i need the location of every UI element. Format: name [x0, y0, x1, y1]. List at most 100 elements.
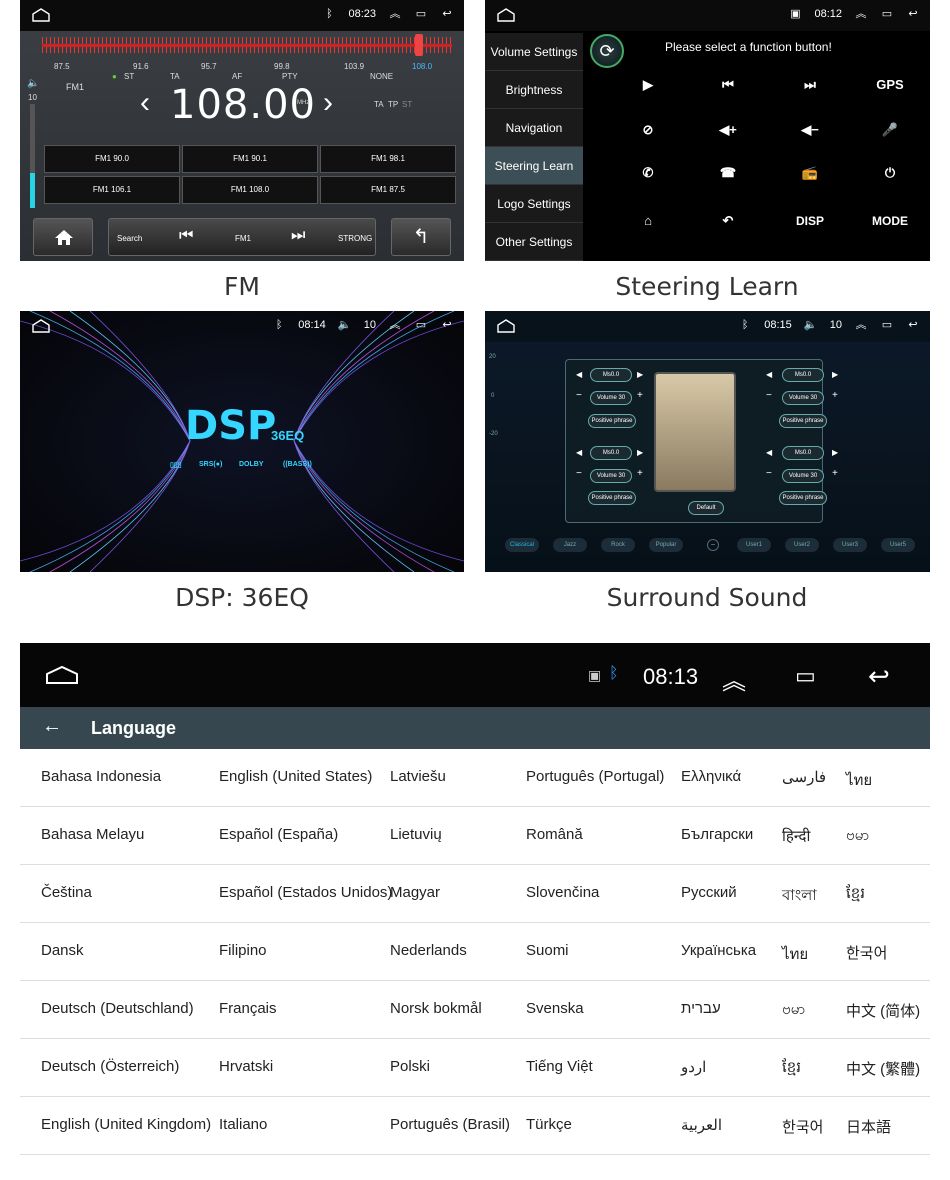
preset-user3[interactable]: User3: [833, 538, 867, 552]
back-nav-icon[interactable]: ↩: [906, 8, 920, 20]
expand-up-icon[interactable]: ︽: [854, 319, 868, 331]
signal-strength-button[interactable]: STRONG: [338, 234, 372, 243]
fr-left-icon[interactable]: ◀: [766, 370, 772, 379]
home-nav-icon[interactable]: [497, 8, 515, 22]
rr-right-icon[interactable]: ▶: [832, 448, 838, 457]
language-option[interactable]: Čeština: [41, 884, 92, 901]
language-option[interactable]: ខ្មែរ: [846, 884, 865, 906]
phone-answer-icon[interactable]: ✆: [618, 158, 678, 188]
language-option[interactable]: Svenska: [526, 1000, 584, 1017]
recent-apps-icon[interactable]: ▭: [414, 319, 428, 331]
language-option[interactable]: فارسی: [782, 768, 826, 786]
language-option[interactable]: Français: [219, 1000, 277, 1017]
back-button[interactable]: ↰: [391, 218, 451, 256]
language-option[interactable]: English (United Kingdom): [41, 1116, 211, 1133]
language-option[interactable]: 한국어: [782, 1116, 823, 1137]
rl-minus-icon[interactable]: −: [576, 468, 582, 479]
minus-circle-icon[interactable]: −: [707, 539, 719, 551]
preset-user5[interactable]: User5: [881, 538, 915, 552]
language-option[interactable]: Dansk: [41, 942, 84, 959]
recent-apps-icon[interactable]: ▭: [880, 319, 894, 331]
language-option[interactable]: Latviešu: [390, 768, 446, 785]
language-option[interactable]: Tiếng Việt: [526, 1058, 593, 1075]
rl-volume[interactable]: Volume 30: [590, 469, 632, 483]
band-button[interactable]: FM1: [235, 234, 251, 243]
volume-up-icon[interactable]: ◀+: [698, 115, 758, 145]
recent-apps-icon[interactable]: ▭: [795, 663, 816, 689]
gps-button[interactable]: GPS: [860, 70, 920, 100]
back-nav-icon[interactable]: ↩: [440, 8, 454, 20]
back-nav-icon[interactable]: ↩: [440, 319, 454, 331]
back-arrow-icon[interactable]: ←: [42, 715, 62, 738]
back-nav-icon[interactable]: ↩: [906, 319, 920, 331]
language-option[interactable]: Deutsch (Deutschland): [41, 1000, 194, 1017]
expand-up-icon[interactable]: ︽: [722, 661, 746, 696]
rr-plus-icon[interactable]: +: [832, 468, 838, 479]
language-option[interactable]: Українська: [681, 942, 756, 959]
language-option[interactable]: Ελληνικά: [681, 768, 741, 785]
fr-phase[interactable]: Positive phrase: [779, 414, 827, 428]
rr-minus-icon[interactable]: −: [766, 468, 772, 479]
language-option[interactable]: Suomi: [526, 942, 569, 959]
fl-delay[interactable]: Ms0.0: [590, 368, 632, 382]
language-option[interactable]: Español (Estados Unidos): [219, 884, 392, 901]
language-option[interactable]: Norsk bokmål: [390, 1000, 482, 1017]
language-option[interactable]: English (United States): [219, 768, 372, 785]
language-option[interactable]: Filipino: [219, 942, 267, 959]
language-option[interactable]: Български: [681, 826, 753, 843]
disp-button[interactable]: DISP: [780, 206, 840, 236]
menu-steering-learn[interactable]: Steering Learn: [485, 147, 583, 185]
mode-button[interactable]: MODE: [860, 206, 920, 236]
fl-phase[interactable]: Positive phrase: [588, 414, 636, 428]
rr-left-icon[interactable]: ◀: [766, 448, 772, 457]
language-option[interactable]: ไทย: [782, 942, 808, 966]
next-frequency-icon[interactable]: ›: [323, 86, 333, 120]
preset-button[interactable]: FM1 90.1: [182, 145, 318, 173]
mute-icon[interactable]: ⊘: [618, 115, 678, 145]
language-option[interactable]: ဗမာ: [846, 826, 869, 848]
language-option[interactable]: العربية: [681, 1116, 722, 1134]
preset-popular[interactable]: Popular: [649, 538, 683, 552]
rl-right-icon[interactable]: ▶: [637, 448, 643, 457]
back-nav-icon[interactable]: ↩: [868, 661, 890, 692]
microphone-icon[interactable]: 🎤: [860, 115, 920, 145]
preset-rock[interactable]: Rock: [601, 538, 635, 552]
phone-hangup-icon[interactable]: ☎: [698, 158, 758, 188]
language-option[interactable]: Русский: [681, 884, 737, 901]
language-option[interactable]: ဗမာ: [782, 1000, 805, 1022]
preset-jazz[interactable]: Jazz: [553, 538, 587, 552]
play-icon[interactable]: ▶: [618, 70, 678, 100]
preset-button[interactable]: FM1 108.0: [182, 176, 318, 204]
menu-logo-settings[interactable]: Logo Settings: [485, 185, 583, 223]
refresh-icon[interactable]: ⟳: [590, 34, 624, 68]
fl-volume[interactable]: Volume 30: [590, 391, 632, 405]
language-option[interactable]: Bahasa Melayu: [41, 826, 144, 843]
fr-plus-icon[interactable]: +: [832, 390, 838, 401]
language-option[interactable]: Română: [526, 826, 583, 843]
language-option[interactable]: Português (Portugal): [526, 768, 664, 785]
language-option[interactable]: 中文 (简体): [846, 1000, 920, 1021]
fr-minus-icon[interactable]: −: [766, 390, 772, 401]
default-button[interactable]: Default: [688, 501, 724, 515]
previous-track-icon[interactable]: ⏮: [698, 70, 758, 100]
language-option[interactable]: Polski: [390, 1058, 430, 1075]
frequency-scale-knob[interactable]: [415, 34, 423, 56]
menu-other-settings[interactable]: Other Settings: [485, 223, 583, 261]
language-option[interactable]: 中文 (繁體): [846, 1058, 920, 1079]
volume-slider[interactable]: [30, 104, 35, 208]
language-option[interactable]: हिन्दी: [782, 826, 810, 846]
next-track-icon[interactable]: ⏭: [780, 70, 840, 100]
fr-right-icon[interactable]: ▶: [832, 370, 838, 379]
language-option[interactable]: Hrvatski: [219, 1058, 273, 1075]
language-option[interactable]: ไทย: [846, 768, 872, 792]
language-option[interactable]: עברית: [681, 1000, 721, 1017]
language-option[interactable]: Español (España): [219, 826, 338, 843]
expand-up-icon[interactable]: ︽: [388, 8, 402, 20]
fl-minus-icon[interactable]: −: [576, 390, 582, 401]
preset-button[interactable]: FM1 98.1: [320, 145, 456, 173]
power-icon[interactable]: ⏻: [860, 158, 920, 188]
home-icon[interactable]: ⌂: [618, 206, 678, 236]
fl-plus-icon[interactable]: +: [637, 390, 643, 401]
menu-brightness[interactable]: Brightness: [485, 71, 583, 109]
language-option[interactable]: Português (Brasil): [390, 1116, 510, 1133]
